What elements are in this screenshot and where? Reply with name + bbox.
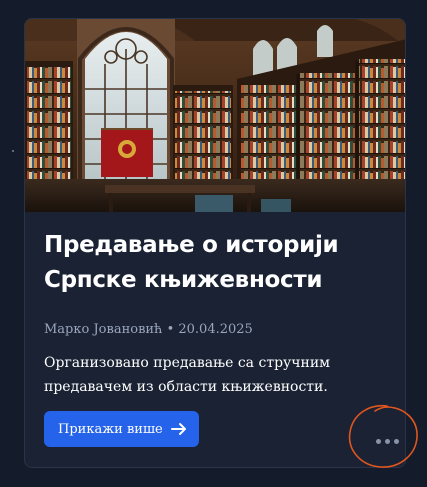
page: Предавање о историји Српске књижевности … [0,0,427,487]
card-description: Организовано предавање са стручним преда… [44,355,331,395]
show-more-button[interactable]: Прикажи више [44,411,199,447]
more-horizontal-icon [375,438,381,444]
card-meta: Марко Јовановић • 20.04.2025 [44,321,253,339]
author-name: Марко Јовановић [44,322,163,337]
more-horizontal-icon [384,438,390,444]
more-options-button[interactable] [372,431,402,451]
event-card: Предавање о историји Српске књижевности … [24,18,406,468]
stray-mark [12,150,14,152]
event-date: 20.04.2025 [178,322,253,337]
card-image [25,19,405,212]
show-more-label: Прикажи више [58,421,163,437]
meta-separator: • [166,322,175,337]
more-horizontal-icon [393,438,399,444]
card-title: Предавање о историји Српске књижевности [44,232,339,293]
arrow-right-icon [170,422,187,436]
